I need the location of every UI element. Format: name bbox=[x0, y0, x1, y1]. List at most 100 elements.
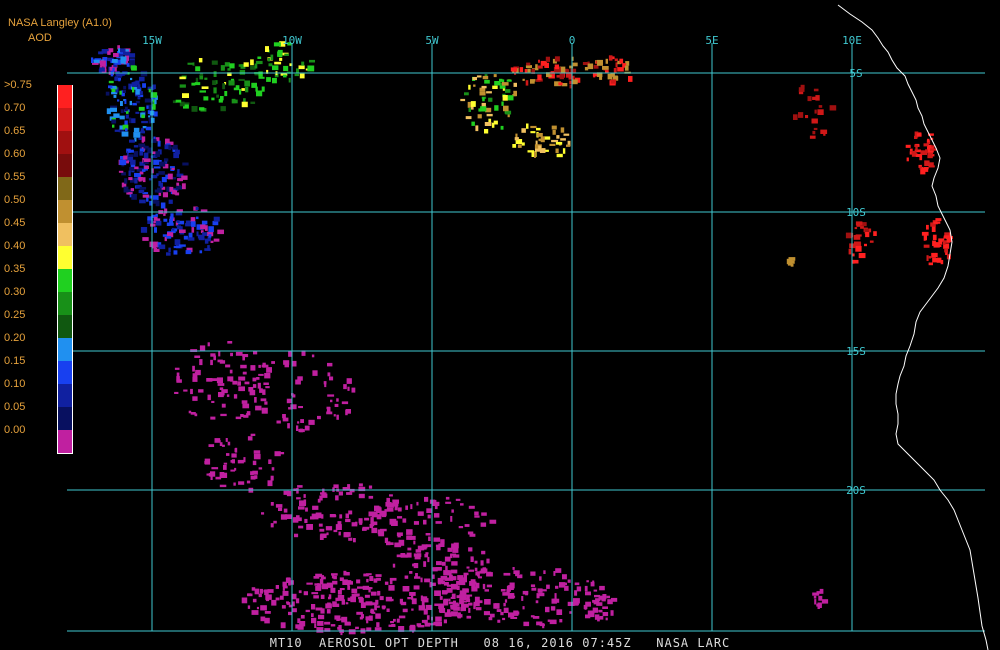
aod-pixel bbox=[176, 372, 180, 377]
aod-pixel bbox=[194, 355, 201, 358]
aod-pixel bbox=[446, 584, 452, 587]
aod-pixel bbox=[179, 76, 186, 80]
aod-pixel bbox=[628, 76, 633, 82]
aod-pixel bbox=[928, 256, 932, 259]
aod-pixel bbox=[187, 237, 195, 241]
aod-pixel bbox=[110, 105, 118, 108]
aod-pixel bbox=[101, 49, 109, 52]
aod-pixel bbox=[125, 160, 129, 164]
aod-pixel bbox=[244, 80, 250, 87]
aod-pixel bbox=[931, 226, 936, 232]
legend-label: 0.65 bbox=[4, 125, 26, 137]
aod-pixel bbox=[304, 518, 308, 523]
aod-pixel bbox=[298, 525, 304, 529]
aod-pixel bbox=[108, 80, 114, 84]
legend-label: >0.75 bbox=[4, 79, 32, 91]
aod-pixel bbox=[138, 106, 145, 111]
aod-pixel bbox=[196, 216, 199, 220]
aod-pixel bbox=[416, 501, 419, 506]
aod-pixel bbox=[264, 373, 271, 379]
aod-pixel bbox=[402, 586, 410, 592]
aod-pixel bbox=[231, 453, 237, 458]
aod-pixel bbox=[375, 613, 381, 619]
aod-pixel bbox=[351, 387, 356, 393]
aod-pixel bbox=[459, 590, 467, 595]
aod-pixel bbox=[466, 599, 471, 602]
aod-pixel bbox=[854, 227, 858, 230]
aod-pixel bbox=[369, 524, 373, 529]
aod-pixel bbox=[477, 573, 480, 577]
aod-pixel bbox=[424, 496, 429, 502]
meridian-label: 10W bbox=[282, 34, 302, 47]
aod-pixel bbox=[297, 485, 303, 488]
aod-pixel bbox=[434, 513, 440, 518]
aod-pixel bbox=[265, 46, 269, 52]
legend-label: 0.05 bbox=[4, 401, 26, 413]
aod-pixel bbox=[605, 617, 608, 621]
aod-pixel bbox=[448, 601, 455, 605]
aod-pixel bbox=[366, 620, 369, 624]
parallel-label: 20S bbox=[846, 484, 866, 497]
aod-pixel bbox=[617, 67, 624, 72]
aod-pixel bbox=[602, 606, 608, 609]
aod-pixel bbox=[265, 386, 270, 389]
aod-pixel bbox=[105, 91, 110, 96]
aod-pixel bbox=[614, 58, 618, 62]
aod-pixel bbox=[314, 623, 317, 628]
aod-pixel bbox=[350, 596, 356, 603]
aod-pixel bbox=[480, 106, 487, 112]
aod-pixel bbox=[135, 89, 140, 95]
aod-pixel bbox=[185, 223, 192, 227]
aod-pixel bbox=[327, 372, 331, 377]
aod-pixel bbox=[574, 590, 578, 596]
aod-pixel bbox=[592, 607, 598, 613]
aod-pixel bbox=[221, 444, 225, 447]
aod-pixel bbox=[484, 589, 489, 592]
aod-pixel bbox=[358, 493, 365, 499]
aod-pixel bbox=[328, 596, 331, 600]
aod-pixel bbox=[311, 354, 315, 358]
aod-pixel bbox=[280, 622, 286, 629]
aod-pixel bbox=[503, 602, 506, 607]
aod-pixel bbox=[351, 588, 358, 594]
aod-pixel bbox=[400, 553, 406, 557]
aod-pixel bbox=[202, 232, 208, 236]
aod-pixel bbox=[288, 351, 292, 357]
aod-pixel bbox=[208, 226, 214, 233]
legend-swatch bbox=[57, 269, 73, 292]
aod-pixel bbox=[194, 413, 198, 417]
aod-pixel bbox=[327, 602, 331, 607]
aod-pixel bbox=[212, 80, 217, 85]
aod-pixel bbox=[445, 501, 452, 504]
aod-pixel bbox=[181, 183, 186, 190]
aod-pixel bbox=[208, 444, 215, 447]
aod-pixel bbox=[252, 384, 257, 388]
aod-pixel bbox=[384, 581, 389, 585]
aod-pixel bbox=[278, 507, 283, 511]
aod-pixel bbox=[813, 127, 818, 130]
aod-pixel bbox=[316, 627, 324, 633]
aod-pixel bbox=[366, 578, 369, 583]
aod-pixel bbox=[852, 259, 859, 264]
aod-pixel bbox=[484, 79, 490, 84]
aod-pixel bbox=[199, 107, 205, 111]
aod-pixel bbox=[141, 114, 145, 119]
aod-pixel bbox=[364, 517, 370, 521]
aod-pixel bbox=[233, 87, 239, 91]
aod-pixel bbox=[433, 621, 441, 625]
aod-pixel bbox=[441, 590, 448, 595]
aod-pixel bbox=[873, 231, 877, 236]
aod-pixel bbox=[365, 616, 372, 621]
aod-pixel bbox=[283, 74, 287, 78]
aod-pixel bbox=[610, 610, 614, 616]
aod-pixel bbox=[375, 574, 382, 577]
aod-pixel bbox=[182, 162, 189, 166]
aod-pixel bbox=[120, 101, 123, 106]
aod-pixel bbox=[414, 576, 421, 579]
aod-pixel bbox=[158, 171, 165, 175]
aod-pixel bbox=[114, 76, 119, 81]
aod-pixel bbox=[192, 365, 195, 372]
aod-pixel bbox=[201, 220, 208, 225]
aod-pixel bbox=[301, 61, 305, 66]
aod-pixel bbox=[386, 497, 390, 503]
